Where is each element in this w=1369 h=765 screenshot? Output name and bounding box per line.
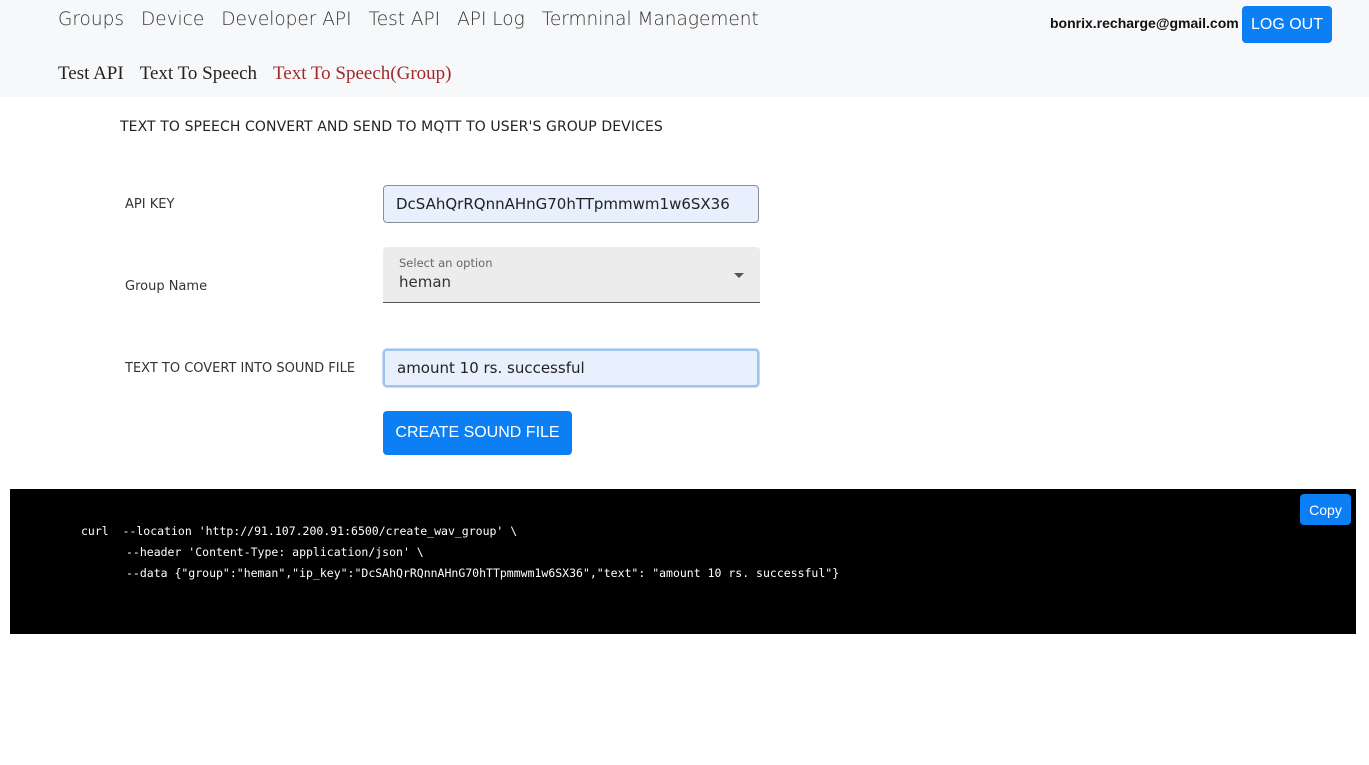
page-title: TEXT TO SPEECH CONVERT AND SEND TO MQTT … [120, 119, 663, 135]
code-line-2: --header 'Content-Type: application/json… [126, 545, 424, 559]
subnav-text-to-speech[interactable]: Text To Speech [140, 63, 257, 85]
api-key-label: API KEY [125, 197, 175, 212]
nav-developer-api[interactable]: Developer API [221, 9, 351, 31]
nav-device[interactable]: Device [141, 9, 204, 31]
main-nav: Groups Device Developer API Test API API… [58, 9, 759, 31]
api-key-input[interactable] [383, 185, 759, 223]
copy-button[interactable]: Copy [1300, 494, 1351, 525]
select-hint: Select an option [399, 256, 493, 270]
user-email: bonrix.recharge@gmail.com [1050, 15, 1239, 31]
select-value: heman [399, 273, 452, 291]
code-line-3: --data {"group":"heman","ip_key":"DcSAhQ… [126, 566, 840, 580]
nav-groups[interactable]: Groups [58, 9, 124, 31]
caret-down-icon [734, 273, 744, 278]
text-to-convert-label: TEXT TO COVERT INTO SOUND FILE [125, 361, 356, 376]
code-line-1: curl --location 'http://91.107.200.91:65… [81, 524, 518, 538]
group-name-label: Group Name [125, 279, 208, 294]
text-to-convert-input[interactable] [383, 349, 759, 387]
subnav-test-api[interactable]: Test API [58, 63, 124, 85]
top-navbar: Groups Device Developer API Test API API… [0, 0, 1369, 97]
nav-terminal-management[interactable]: Termninal Management [542, 9, 759, 31]
nav-api-log[interactable]: API Log [457, 9, 525, 31]
sub-nav: Test API Text To Speech Text To Speech(G… [58, 63, 452, 85]
subnav-text-to-speech-group[interactable]: Text To Speech(Group) [273, 63, 452, 85]
curl-code-block: curl --location 'http://91.107.200.91:65… [10, 489, 1356, 634]
logout-button[interactable]: LOG OUT [1242, 6, 1332, 43]
group-name-select[interactable]: Select an option heman [383, 247, 760, 303]
nav-test-api[interactable]: Test API [369, 9, 441, 31]
create-sound-file-button[interactable]: CREATE SOUND FILE [383, 411, 572, 455]
